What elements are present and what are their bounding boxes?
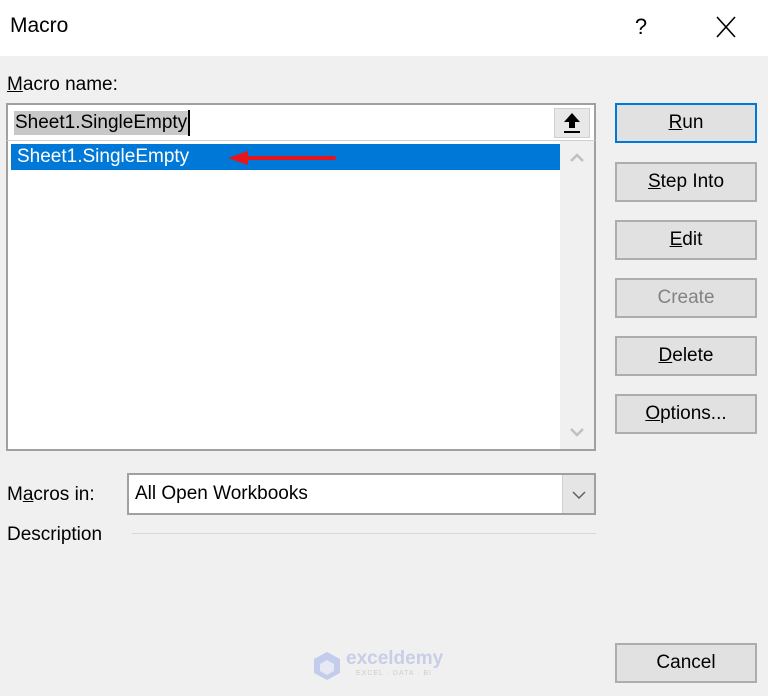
button-label: dit <box>682 229 703 250</box>
watermark-logo: exceldemy EXCEL · DATA · BI <box>312 648 458 682</box>
macros-in-dropdown[interactable]: All Open Workbooks <box>127 473 596 515</box>
dialog-title: Macro <box>10 14 69 37</box>
label-text: acro name: <box>22 74 118 95</box>
accelerator-key: R <box>668 112 683 133</box>
macros-in-value: All Open Workbooks <box>135 483 308 504</box>
annotation-arrow-icon <box>228 151 336 165</box>
step-into-button[interactable]: Step Into <box>615 162 757 202</box>
close-button[interactable] <box>704 8 748 46</box>
accelerator-key: D <box>658 345 673 366</box>
chevron-down-icon <box>572 491 586 500</box>
macro-name-label: Macro name: <box>7 74 118 96</box>
scroll-up-button[interactable] <box>560 141 594 175</box>
macro-name-input[interactable]: Sheet1.SingleEmpty <box>6 103 596 140</box>
run-button[interactable]: Run <box>615 103 757 143</box>
upload-arrow-icon <box>564 113 580 133</box>
macro-list[interactable]: Sheet1.SingleEmpty <box>6 140 596 451</box>
delete-button[interactable]: Delete <box>615 336 757 376</box>
accelerator-key: a <box>22 484 34 505</box>
help-icon: ? <box>634 14 648 39</box>
macros-in-label: Macros in: <box>7 484 95 506</box>
cancel-button[interactable]: Cancel <box>615 643 757 683</box>
macro-name-value[interactable]: Sheet1.SingleEmpty <box>14 111 189 135</box>
options-button[interactable]: Options... <box>615 394 757 434</box>
button-label: un <box>682 112 704 133</box>
vertical-scrollbar[interactable] <box>560 141 594 449</box>
help-button[interactable]: ? <box>624 8 658 46</box>
chevron-down-icon <box>570 428 584 437</box>
label-text: cros in: <box>33 484 95 505</box>
text-caret <box>188 110 190 136</box>
scroll-down-button[interactable] <box>560 415 594 449</box>
button-label: ptions... <box>660 403 727 424</box>
accelerator-key: E <box>669 229 683 250</box>
watermark-brand: exceldemy <box>346 648 444 669</box>
accelerator-key: M <box>7 74 23 95</box>
accelerator-key: O <box>645 403 661 424</box>
dropdown-button[interactable] <box>562 475 594 513</box>
title-bar: Macro ? <box>0 0 768 56</box>
button-label: tep Into <box>660 171 725 192</box>
edit-button[interactable]: Edit <box>615 220 757 260</box>
list-item-label: Sheet1.SingleEmpty <box>17 146 190 167</box>
exceldemy-logo-icon <box>314 652 340 680</box>
watermark-tagline: EXCEL · DATA · BI <box>356 670 432 677</box>
accelerator-key: S <box>647 171 661 192</box>
collapse-button[interactable] <box>554 108 590 138</box>
button-label: Cancel <box>656 652 716 673</box>
description-label: Description <box>7 524 103 545</box>
create-button[interactable]: Create <box>615 278 757 318</box>
label-text: M <box>7 484 23 505</box>
description-divider <box>132 533 596 534</box>
close-icon <box>716 16 736 38</box>
button-label: Create <box>657 287 715 308</box>
chevron-up-icon <box>570 153 584 162</box>
button-label: elete <box>672 345 714 366</box>
